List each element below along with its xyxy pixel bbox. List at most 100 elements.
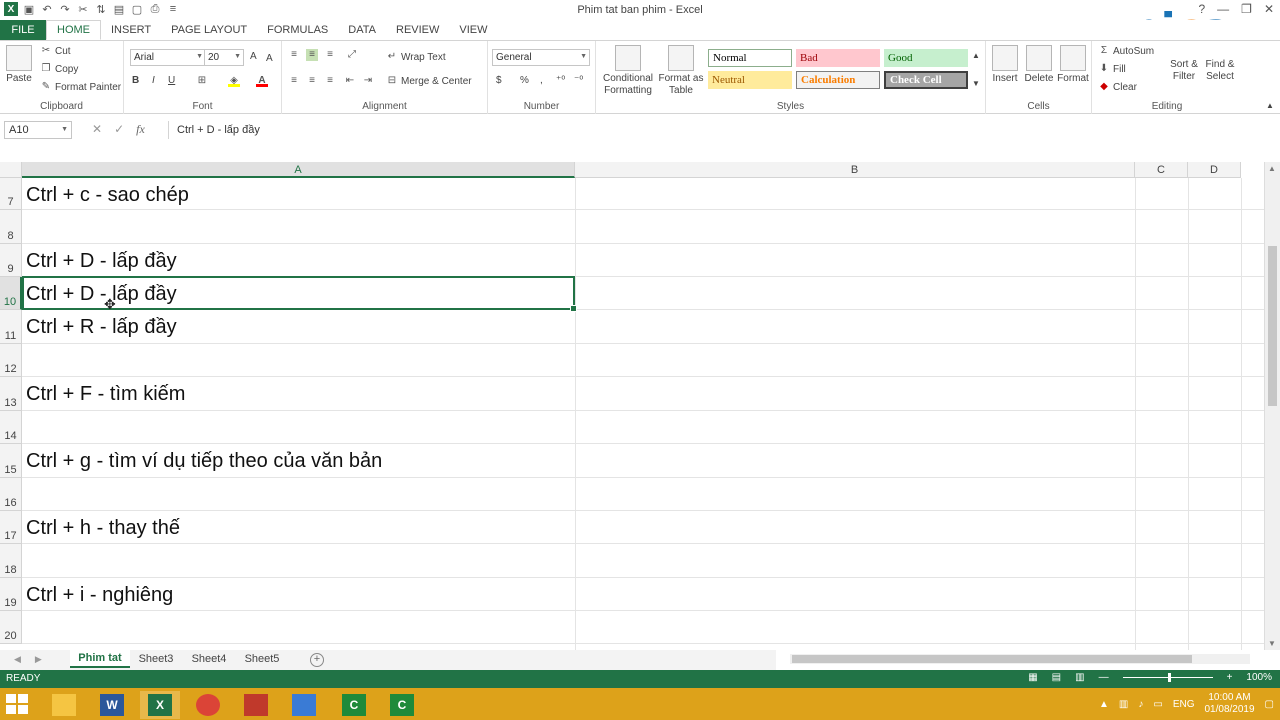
collapse-ribbon-icon[interactable]: ▲ [1266,101,1274,110]
chrome-icon[interactable] [188,691,228,719]
tab-file[interactable]: FILE [0,20,46,40]
format-as-table-button[interactable]: Format as Table [656,45,706,97]
style-calculation[interactable]: Calculation [796,71,880,89]
wrap-text-button[interactable]: ↵ Wrap Text [386,51,446,63]
tab-home[interactable]: HOME [46,20,101,40]
restore-icon[interactable]: ❐ [1241,2,1252,16]
row-header[interactable]: 9 [0,244,22,277]
format-cells-button[interactable]: Format [1056,45,1090,85]
format-painter-button[interactable]: ✎ Format Painter [40,81,121,93]
volume-icon[interactable]: ♪ [1138,699,1143,710]
paste-button[interactable]: Paste [4,45,34,85]
currency-button[interactable]: $ [496,75,502,86]
tab-formulas[interactable]: FORMULAS [257,20,338,40]
vertical-scrollbar[interactable]: ▲ ▼ [1264,162,1280,650]
borders-button[interactable]: ⊞ [196,75,208,87]
table-row[interactable] [22,511,1264,544]
zoom-level[interactable]: 100% [1246,672,1272,683]
tray-arrow-icon[interactable]: ▲ [1099,699,1109,710]
insert-cells-button[interactable]: Insert [988,45,1022,85]
enter-icon[interactable]: ✓ [114,122,124,137]
increase-indent-icon[interactable]: ⇥ [362,75,374,87]
cell-a7[interactable]: Ctrl + c - sao chép [26,184,189,207]
italic-button[interactable]: I [152,75,155,86]
horizontal-scrollbar[interactable] [776,652,1264,666]
insert-function-icon[interactable]: fx [136,122,145,137]
table-row[interactable] [22,578,1264,611]
align-center-icon[interactable]: ≡ [306,75,318,87]
sheet-tab-phim-tat[interactable]: Phim tat [70,650,130,668]
bold-button[interactable]: B [132,75,139,86]
sheet-tab-sheet4[interactable]: Sheet4 [184,650,234,668]
tab-view[interactable]: VIEW [449,20,497,40]
add-sheet-icon[interactable]: + [310,653,324,667]
tab-review[interactable]: REVIEW [386,20,449,40]
table-row[interactable] [22,377,1264,411]
sort-filter-button[interactable]: Sort & Filter [1166,59,1202,83]
bottom-align-icon[interactable]: ≡ [324,49,336,61]
orientation-icon[interactable]: ⤢ [346,49,358,61]
row-header[interactable]: 18 [0,544,22,578]
clear-button[interactable]: ◆ Clear [1098,81,1137,93]
table-row[interactable] [22,310,1264,344]
table-row[interactable] [22,244,1264,277]
styles-scroll-up-icon[interactable]: ▲ [972,51,980,60]
table-row[interactable] [22,411,1264,444]
zoom-slider[interactable] [1122,673,1213,682]
font-name-select[interactable]: Arial ▼ [130,49,206,66]
row-header[interactable]: 7 [0,178,22,210]
zoom-in-icon[interactable]: + [1227,672,1233,683]
delete-cells-button[interactable]: Delete [1022,45,1056,85]
find-select-button[interactable]: Find & Select [1202,59,1238,83]
row-header[interactable]: 10 [0,277,22,310]
control-panel-icon[interactable] [284,691,324,719]
cancel-icon[interactable]: ✕ [92,122,102,137]
row-header[interactable]: 8 [0,210,22,244]
style-check-cell[interactable]: Check Cell [884,71,968,89]
shrink-font-button[interactable]: A [266,53,273,64]
network-icon[interactable]: ▥ [1119,699,1128,710]
zoom-out-icon[interactable]: — [1099,672,1109,683]
vertical-scroll-thumb[interactable] [1268,246,1277,406]
row-header[interactable]: 17 [0,511,22,544]
scroll-up-icon[interactable]: ▲ [1268,164,1276,173]
number-format-select[interactable]: General ▼ [492,49,590,66]
name-box[interactable]: A10 ▼ [4,121,72,139]
sheet-tab-sheet3[interactable]: Sheet3 [132,650,180,668]
fill-button[interactable]: ⬇ Fill [1098,63,1126,75]
align-left-icon[interactable]: ≡ [288,75,300,87]
increase-decimal-icon[interactable]: ⁺⁰ [556,75,565,86]
row-header[interactable]: 19 [0,578,22,611]
table-row[interactable] [22,344,1264,377]
tab-data[interactable]: DATA [338,20,386,40]
decrease-decimal-icon[interactable]: ⁻⁰ [574,75,583,86]
styles-more-icon[interactable]: ▼ [972,79,980,88]
percent-button[interactable]: % [520,75,529,86]
row-header[interactable]: 15 [0,444,22,478]
row-header[interactable]: 16 [0,478,22,511]
tab-insert[interactable]: INSERT [101,20,161,40]
file-explorer-icon[interactable] [44,691,84,719]
tab-page-layout[interactable]: PAGE LAYOUT [161,20,257,40]
sheet-tab-sheet5[interactable]: Sheet5 [236,650,288,668]
cell-a15[interactable]: Ctrl + g - tìm ví dụ tiếp theo của văn b… [26,450,382,473]
font-color-button[interactable]: A [256,75,268,87]
column-header-a[interactable]: A [22,162,575,178]
autosum-button[interactable]: Σ AutoSum [1098,45,1154,57]
cell-a13[interactable]: Ctrl + F - tìm kiếm [26,383,185,406]
cell-a11[interactable]: Ctrl + R - lấp đầy [26,316,177,339]
row-header[interactable]: 20 [0,611,22,644]
next-sheet-icon[interactable]: ▶ [35,654,42,665]
excel-taskbar-icon[interactable]: X [140,691,180,719]
formula-input[interactable]: Ctrl + D - lấp đầy [168,121,1264,139]
table-row[interactable] [22,611,1264,644]
clock[interactable]: 10:00 AM 01/08/2019 [1204,692,1254,716]
select-all-corner[interactable] [0,162,22,178]
normal-view-icon[interactable]: ▦ [1028,672,1037,683]
language-indicator[interactable]: ENG [1173,699,1195,710]
cell-a9[interactable]: Ctrl + D - lấp đầy [26,250,177,273]
column-header-d[interactable]: D [1188,162,1241,178]
table-row[interactable] [22,544,1264,578]
conditional-formatting-button[interactable]: Conditional Formatting [600,45,656,97]
row-header[interactable]: 12 [0,344,22,377]
